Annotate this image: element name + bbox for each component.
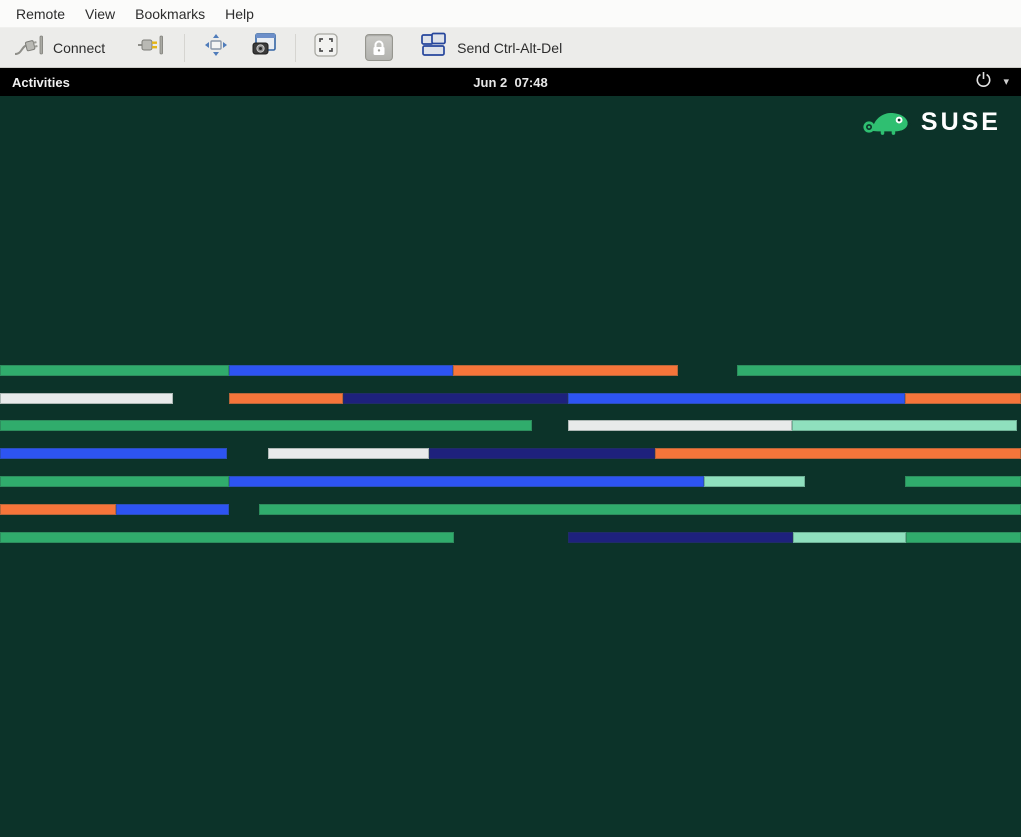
stripe-segment xyxy=(568,532,793,543)
connect-button[interactable]: Connect xyxy=(8,28,110,67)
stripe-segment xyxy=(453,365,678,376)
stripe-segment xyxy=(343,393,568,404)
disconnect-button[interactable] xyxy=(132,28,172,67)
stripe-segment xyxy=(737,365,1021,376)
stripe-segment xyxy=(0,476,229,487)
stripe-segment xyxy=(0,420,532,431)
menu-view[interactable]: View xyxy=(75,2,125,26)
activities-button[interactable]: Activities xyxy=(0,68,82,96)
readonly-lock-icon xyxy=(365,34,393,61)
fullscreen-button[interactable] xyxy=(197,28,235,67)
gnome-top-bar: Activities Jun 2 07:48 ▾ xyxy=(0,68,1021,96)
readonly-toggle-button[interactable] xyxy=(360,31,398,64)
stripe-segment xyxy=(568,393,905,404)
fullscreen-icon xyxy=(202,31,230,64)
menu-remote[interactable]: Remote xyxy=(6,2,75,26)
stripe-segment xyxy=(0,393,173,404)
menu-bookmarks[interactable]: Bookmarks xyxy=(125,2,215,26)
power-icon xyxy=(975,71,992,93)
remote-desktop: SUSE xyxy=(0,96,1021,837)
viewer-menubar: Remote View Bookmarks Help xyxy=(0,0,1021,28)
stripe-segment xyxy=(0,365,229,376)
stripe-segment xyxy=(792,420,1017,431)
scaling-icon xyxy=(313,32,339,63)
stripe-segment xyxy=(259,504,1021,515)
toolbar-separator xyxy=(295,34,296,62)
keyboard-icon xyxy=(419,31,449,64)
connect-cable-icon xyxy=(13,31,45,64)
menu-help[interactable]: Help xyxy=(215,2,264,26)
stripe-segment xyxy=(0,504,116,515)
take-screenshot-icon xyxy=(250,31,278,64)
suse-chameleon-icon xyxy=(862,104,912,141)
stripe-segment xyxy=(905,476,1021,487)
stripe-segment xyxy=(0,532,454,543)
chevron-down-icon: ▾ xyxy=(1003,77,1009,88)
stripe-segment xyxy=(268,448,429,459)
disconnect-plug-icon xyxy=(137,31,167,64)
clock[interactable]: Jun 2 07:48 xyxy=(473,75,547,90)
stripe-segment xyxy=(655,448,1021,459)
send-ctrl-alt-del-button[interactable]: Send Ctrl-Alt-Del xyxy=(414,28,567,67)
stripe-segment xyxy=(905,393,1021,404)
stripe-segment xyxy=(229,476,704,487)
stripe-segment xyxy=(229,393,343,404)
stripe-segment xyxy=(568,420,792,431)
stripe-segment xyxy=(793,532,906,543)
viewer-toolbar: Connect xyxy=(0,28,1021,68)
send-ctrl-alt-del-label: Send Ctrl-Alt-Del xyxy=(457,40,562,56)
connect-label: Connect xyxy=(53,40,105,56)
stripes-layer xyxy=(0,96,1021,837)
stripe-segment xyxy=(229,365,453,376)
stripe-segment xyxy=(906,532,1021,543)
scaling-button[interactable] xyxy=(308,29,344,66)
toolbar-separator xyxy=(184,34,185,62)
suse-wordmark: SUSE xyxy=(921,110,1001,135)
suse-logo: SUSE xyxy=(862,104,1001,141)
screenshot-button[interactable] xyxy=(245,28,283,67)
stripe-segment xyxy=(0,448,227,459)
stripe-segment xyxy=(116,504,229,515)
stripe-segment xyxy=(429,448,655,459)
stripe-segment xyxy=(704,476,805,487)
system-menu[interactable]: ▾ xyxy=(975,68,1009,96)
